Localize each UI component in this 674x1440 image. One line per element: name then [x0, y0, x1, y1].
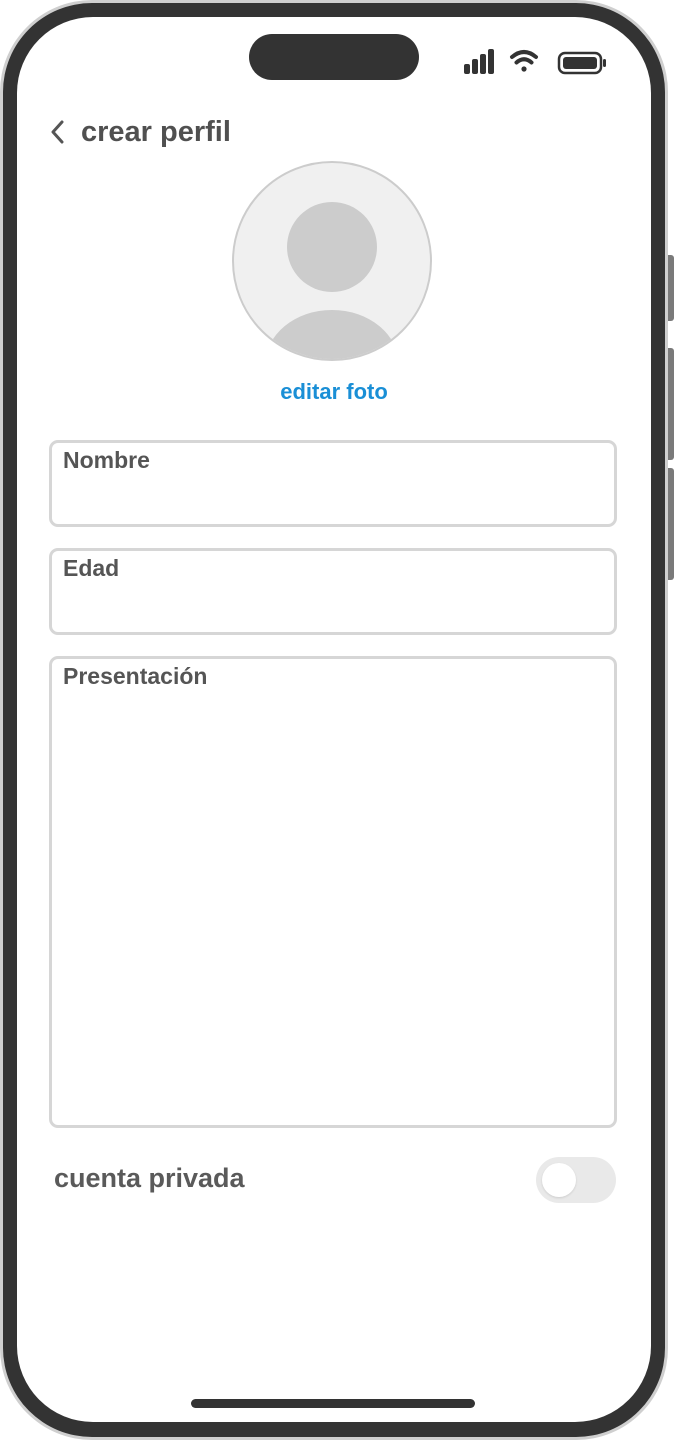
- battery-icon: [557, 51, 606, 75]
- home-indicator[interactable]: [191, 1399, 475, 1408]
- age-field-label: Edad: [63, 555, 120, 581]
- person-silhouette-body: [265, 310, 399, 359]
- volume-down-button: [668, 468, 674, 580]
- volume-up-button: [668, 348, 674, 460]
- status-bar: [462, 47, 612, 77]
- nav-header: crear perfil: [47, 112, 231, 152]
- dynamic-island: [249, 34, 419, 80]
- edit-photo-link[interactable]: editar foto: [17, 379, 651, 405]
- wifi-icon: [510, 50, 538, 72]
- avatar[interactable]: [232, 161, 432, 361]
- screen: crear perfil editar foto Nombre Edad Pre…: [17, 17, 651, 1422]
- name-field[interactable]: Nombre: [49, 440, 617, 527]
- toggle-knob: [542, 1163, 576, 1197]
- bio-field-label: Presentación: [63, 663, 208, 689]
- status-icons: [464, 49, 606, 75]
- name-field-label: Nombre: [63, 447, 150, 473]
- person-silhouette-icon: [287, 202, 377, 292]
- cellular-signal-icon: [464, 49, 494, 74]
- page-title: crear perfil: [81, 115, 231, 148]
- age-field[interactable]: Edad: [49, 548, 617, 635]
- chevron-left-icon[interactable]: [47, 117, 71, 147]
- private-account-label: cuenta privada: [54, 1163, 245, 1193]
- action-button: [668, 255, 674, 321]
- bio-textarea[interactable]: Presentación: [49, 656, 617, 1128]
- private-account-toggle[interactable]: [536, 1157, 616, 1203]
